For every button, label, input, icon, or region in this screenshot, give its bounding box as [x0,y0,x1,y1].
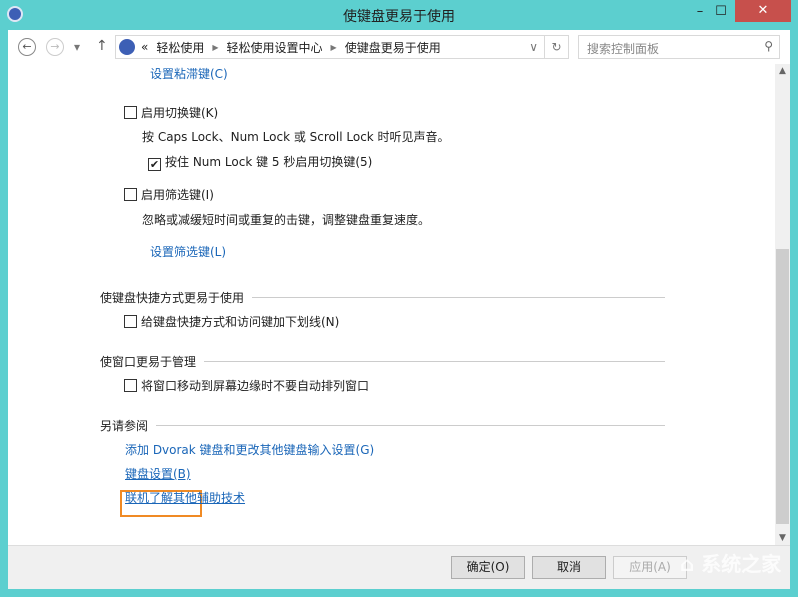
maximize-button[interactable]: ☐ [711,4,731,26]
breadcrumb-ease-of-access-center[interactable]: 轻松使用设置中心 [227,39,323,56]
search-placeholder: 搜索控制面板 [587,42,660,56]
dialog-footer: 确定(O) 取消 应用(A) [8,545,790,589]
ok-button[interactable]: 确定(O) [451,556,525,579]
address-bar[interactable]: « 轻松使用 ▶ 轻松使用设置中心 ▶ 使键盘更易于使用 ∨ ↻ [115,35,569,59]
chevron-right-icon[interactable]: ▶ [331,43,337,52]
up-button[interactable]: ↑ [96,38,108,54]
section-title: 使键盘快捷方式更易于使用 [100,291,245,305]
checkbox[interactable] [124,315,137,328]
search-input[interactable]: 搜索控制面板 ⚲ [578,35,780,59]
divider [252,297,665,298]
section-header: 使键盘快捷方式更易于使用 [100,289,665,306]
scroll-down-icon[interactable]: ▼ [775,533,790,543]
checkbox[interactable] [124,379,137,392]
window-client: ← → ▾ ↑ « 轻松使用 ▶ 轻松使用设置中心 ▶ 使键盘更易于使用 ∨ ↻… [8,30,790,589]
scroll-up-icon[interactable]: ▲ [775,66,790,76]
section-title: 使窗口更易于管理 [100,355,197,369]
address-dropdown-icon[interactable]: ∨ [529,40,538,54]
apply-button[interactable]: 应用(A) [613,556,687,579]
control-panel-icon [119,39,135,55]
section-header: 另请参阅 [100,417,665,434]
divider [156,425,665,426]
section-title: 另请参阅 [100,419,149,433]
toggle-keys-description: 按 Caps Lock、Num Lock 或 Scroll Lock 时听见声音… [142,130,450,144]
assistive-tech-link[interactable]: 联机了解其他辅助技术 [125,489,245,506]
checkbox[interactable] [124,106,137,119]
breadcrumb-ease-of-access[interactable]: 轻松使用 [156,39,204,56]
divider [204,361,665,362]
checkbox-label: 启用切换键(K) [141,106,219,120]
cancel-button[interactable]: 取消 [532,556,606,579]
breadcrumb-current[interactable]: 使键盘更易于使用 [345,39,441,56]
search-icon[interactable]: ⚲ [764,39,773,53]
scrollbar-thumb[interactable] [776,249,789,524]
forward-button[interactable]: → [46,38,64,56]
underline-shortcuts-checkbox[interactable]: 给键盘快捷方式和访问键加下划线(N) [124,313,339,330]
filter-keys-settings-link[interactable]: 设置筛选键(L) [150,243,226,260]
num-lock-toggle-checkbox[interactable]: ✔ 按住 Num Lock 键 5 秒启用切换键(5) [148,153,372,171]
checkbox-label: 给键盘快捷方式和访问键加下划线(N) [141,315,340,329]
checkbox-label: 将窗口移动到屏幕边缘时不要自动排列窗口 [141,379,370,393]
settings-content: 设置粘滞键(C) 启用切换键(K) 按 Caps Lock、Num Lock 或… [8,64,775,545]
breadcrumb-overflow[interactable]: « [141,40,148,54]
title-bar: 使键盘更易于使用 – ☐ ✕ [0,0,798,30]
checkbox[interactable] [124,188,137,201]
toggle-keys-checkbox[interactable]: 启用切换键(K) [124,104,218,121]
vertical-scrollbar[interactable]: ▲ ▼ [775,64,790,545]
filter-keys-checkbox[interactable]: 启用筛选键(I) [124,186,214,203]
refresh-button[interactable]: ↻ [544,36,568,58]
filter-keys-description: 忽略或减缓短时间或重复的击键，调整键盘重复速度。 [142,213,431,227]
close-button[interactable]: ✕ [735,0,791,22]
checkbox-label: 按住 Num Lock 键 5 秒启用切换键(5) [165,155,373,169]
minimize-button[interactable]: – [690,4,710,26]
check-icon[interactable]: ✔ [148,158,161,171]
back-button[interactable]: ← [18,38,36,56]
watermark-logo: ⌂ 系统之家 [680,552,782,576]
recent-pages-dropdown[interactable]: ▾ [74,40,80,54]
disable-snap-checkbox[interactable]: 将窗口移动到屏幕边缘时不要自动排列窗口 [124,377,369,394]
sticky-keys-settings-link[interactable]: 设置粘滞键(C) [150,65,228,82]
section-header: 使窗口更易于管理 [100,353,665,370]
chevron-right-icon[interactable]: ▶ [212,43,218,52]
dvorak-keyboard-link[interactable]: 添加 Dvorak 键盘和更改其他键盘输入设置(G) [125,441,374,458]
keyboard-settings-link[interactable]: 键盘设置(B) [125,465,191,482]
navigation-bar: ← → ▾ ↑ « 轻松使用 ▶ 轻松使用设置中心 ▶ 使键盘更易于使用 ∨ ↻… [8,30,790,64]
checkbox-label: 启用筛选键(I) [141,188,214,202]
window-title: 使键盘更易于使用 [343,9,455,25]
